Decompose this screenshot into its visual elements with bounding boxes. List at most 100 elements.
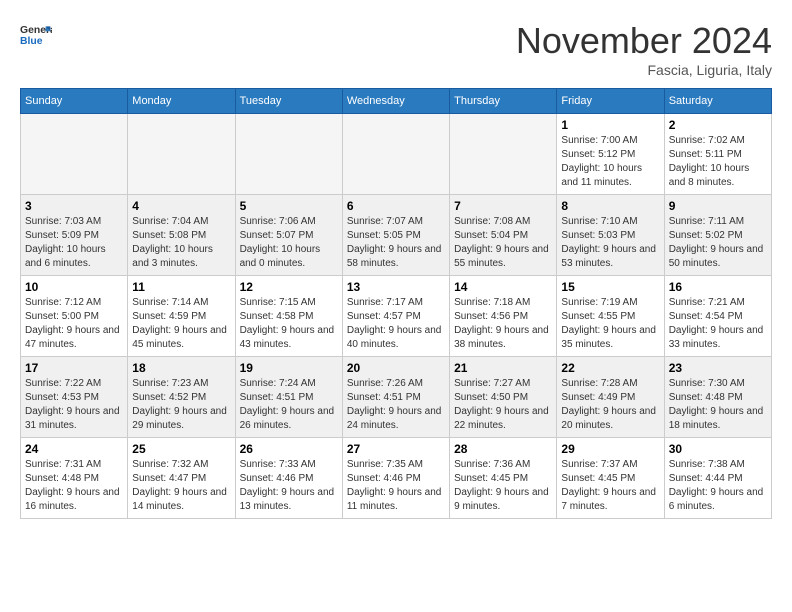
svg-text:Blue: Blue bbox=[20, 36, 43, 47]
calendar-cell: 9 Sunrise: 7:11 AMSunset: 5:02 PMDaylight… bbox=[664, 195, 771, 276]
day-info: Sunrise: 7:37 AMSunset: 4:45 PMDaylight:… bbox=[561, 458, 659, 514]
calendar: SundayMondayTuesdayWednesdayThursdayFrid… bbox=[20, 88, 772, 519]
day-number: 3 bbox=[25, 199, 123, 213]
calendar-cell: 25 Sunrise: 7:32 AMSunset: 4:47 PMDayligh… bbox=[128, 438, 235, 519]
day-number: 16 bbox=[669, 280, 767, 294]
day-info: Sunrise: 7:36 AMSunset: 4:45 PMDaylight:… bbox=[454, 458, 552, 514]
day-info: Sunrise: 7:19 AMSunset: 4:55 PMDaylight:… bbox=[561, 296, 659, 352]
calendar-cell: 18 Sunrise: 7:23 AMSunset: 4:52 PMDayligh… bbox=[128, 357, 235, 438]
day-number: 19 bbox=[240, 361, 338, 375]
day-info: Sunrise: 7:11 AMSunset: 5:02 PMDaylight:… bbox=[669, 215, 767, 271]
calendar-cell: 19 Sunrise: 7:24 AMSunset: 4:51 PMDayligh… bbox=[235, 357, 342, 438]
logo: General Blue bbox=[20, 20, 52, 52]
day-number: 26 bbox=[240, 442, 338, 456]
calendar-cell bbox=[21, 114, 128, 195]
day-info: Sunrise: 7:35 AMSunset: 4:46 PMDaylight:… bbox=[347, 458, 445, 514]
day-number: 4 bbox=[132, 199, 230, 213]
day-info: Sunrise: 7:17 AMSunset: 4:57 PMDaylight:… bbox=[347, 296, 445, 352]
day-number: 13 bbox=[347, 280, 445, 294]
calendar-cell: 15 Sunrise: 7:19 AMSunset: 4:55 PMDayligh… bbox=[557, 276, 664, 357]
day-info: Sunrise: 7:21 AMSunset: 4:54 PMDaylight:… bbox=[669, 296, 767, 352]
page-header: General Blue November 2024 Fascia, Ligur… bbox=[20, 20, 772, 78]
calendar-header-row: SundayMondayTuesdayWednesdayThursdayFrid… bbox=[21, 89, 772, 114]
day-number: 30 bbox=[669, 442, 767, 456]
calendar-cell: 8 Sunrise: 7:10 AMSunset: 5:03 PMDaylight… bbox=[557, 195, 664, 276]
day-info: Sunrise: 7:38 AMSunset: 4:44 PMDaylight:… bbox=[669, 458, 767, 514]
day-info: Sunrise: 7:28 AMSunset: 4:49 PMDaylight:… bbox=[561, 377, 659, 433]
calendar-cell: 16 Sunrise: 7:21 AMSunset: 4:54 PMDayligh… bbox=[664, 276, 771, 357]
day-info: Sunrise: 7:18 AMSunset: 4:56 PMDaylight:… bbox=[454, 296, 552, 352]
day-info: Sunrise: 7:15 AMSunset: 4:58 PMDaylight:… bbox=[240, 296, 338, 352]
calendar-cell: 29 Sunrise: 7:37 AMSunset: 4:45 PMDayligh… bbox=[557, 438, 664, 519]
calendar-cell: 4 Sunrise: 7:04 AMSunset: 5:08 PMDaylight… bbox=[128, 195, 235, 276]
calendar-cell bbox=[450, 114, 557, 195]
day-info: Sunrise: 7:10 AMSunset: 5:03 PMDaylight:… bbox=[561, 215, 659, 271]
day-info: Sunrise: 7:06 AMSunset: 5:07 PMDaylight:… bbox=[240, 215, 338, 271]
day-info: Sunrise: 7:31 AMSunset: 4:48 PMDaylight:… bbox=[25, 458, 123, 514]
day-number: 8 bbox=[561, 199, 659, 213]
calendar-week-row: 1 Sunrise: 7:00 AMSunset: 5:12 PMDaylight… bbox=[21, 114, 772, 195]
day-info: Sunrise: 7:32 AMSunset: 4:47 PMDaylight:… bbox=[132, 458, 230, 514]
day-number: 27 bbox=[347, 442, 445, 456]
day-number: 1 bbox=[561, 118, 659, 132]
calendar-cell: 28Sunrise: 7:36 AMSunset: 4:45 PMDayligh… bbox=[450, 438, 557, 519]
calendar-cell bbox=[235, 114, 342, 195]
weekday-header: Friday bbox=[557, 89, 664, 114]
calendar-cell: 6 Sunrise: 7:07 AMSunset: 5:05 PMDaylight… bbox=[342, 195, 449, 276]
month-title: November 2024 bbox=[516, 20, 772, 62]
day-info: Sunrise: 7:14 AMSunset: 4:59 PMDaylight:… bbox=[132, 296, 230, 352]
weekday-header: Sunday bbox=[21, 89, 128, 114]
calendar-cell: 30 Sunrise: 7:38 AMSunset: 4:44 PMDayligh… bbox=[664, 438, 771, 519]
calendar-cell: 27 Sunrise: 7:35 AMSunset: 4:46 PMDayligh… bbox=[342, 438, 449, 519]
day-info: Sunrise: 7:07 AMSunset: 5:05 PMDaylight:… bbox=[347, 215, 445, 271]
weekday-header: Tuesday bbox=[235, 89, 342, 114]
calendar-week-row: 3 Sunrise: 7:03 AMSunset: 5:09 PMDaylight… bbox=[21, 195, 772, 276]
day-info: Sunrise: 7:27 AMSunset: 4:50 PMDaylight:… bbox=[454, 377, 552, 433]
day-number: 22 bbox=[561, 361, 659, 375]
day-number: 9 bbox=[669, 199, 767, 213]
location: Fascia, Liguria, Italy bbox=[516, 62, 772, 78]
day-info: Sunrise: 7:30 AMSunset: 4:48 PMDaylight:… bbox=[669, 377, 767, 433]
calendar-cell bbox=[128, 114, 235, 195]
day-info: Sunrise: 7:33 AMSunset: 4:46 PMDaylight:… bbox=[240, 458, 338, 514]
day-info: Sunrise: 7:03 AMSunset: 5:09 PMDaylight:… bbox=[25, 215, 123, 271]
weekday-header: Wednesday bbox=[342, 89, 449, 114]
day-number: 25 bbox=[132, 442, 230, 456]
day-number: 29 bbox=[561, 442, 659, 456]
calendar-cell: 20Sunrise: 7:26 AMSunset: 4:51 PMDayligh… bbox=[342, 357, 449, 438]
day-info: Sunrise: 7:00 AMSunset: 5:12 PMDaylight:… bbox=[561, 134, 659, 190]
day-info: Sunrise: 7:04 AMSunset: 5:08 PMDaylight:… bbox=[132, 215, 230, 271]
calendar-cell: 17Sunrise: 7:22 AMSunset: 4:53 PMDayligh… bbox=[21, 357, 128, 438]
day-number: 5 bbox=[240, 199, 338, 213]
calendar-week-row: 10Sunrise: 7:12 AMSunset: 5:00 PMDayligh… bbox=[21, 276, 772, 357]
day-number: 2 bbox=[669, 118, 767, 132]
calendar-cell bbox=[342, 114, 449, 195]
calendar-cell: 1 Sunrise: 7:00 AMSunset: 5:12 PMDaylight… bbox=[557, 114, 664, 195]
calendar-cell: 23Sunrise: 7:30 AMSunset: 4:48 PMDayligh… bbox=[664, 357, 771, 438]
day-info: Sunrise: 7:08 AMSunset: 5:04 PMDaylight:… bbox=[454, 215, 552, 271]
calendar-cell: 21Sunrise: 7:27 AMSunset: 4:50 PMDayligh… bbox=[450, 357, 557, 438]
day-info: Sunrise: 7:23 AMSunset: 4:52 PMDaylight:… bbox=[132, 377, 230, 433]
calendar-cell: 11 Sunrise: 7:14 AMSunset: 4:59 PMDayligh… bbox=[128, 276, 235, 357]
calendar-week-row: 17Sunrise: 7:22 AMSunset: 4:53 PMDayligh… bbox=[21, 357, 772, 438]
day-number: 18 bbox=[132, 361, 230, 375]
calendar-cell: 7Sunrise: 7:08 AMSunset: 5:04 PMDaylight… bbox=[450, 195, 557, 276]
weekday-header: Monday bbox=[128, 89, 235, 114]
day-info: Sunrise: 7:02 AMSunset: 5:11 PMDaylight:… bbox=[669, 134, 767, 190]
day-number: 24 bbox=[25, 442, 123, 456]
calendar-cell: 3 Sunrise: 7:03 AMSunset: 5:09 PMDaylight… bbox=[21, 195, 128, 276]
calendar-week-row: 24 Sunrise: 7:31 AMSunset: 4:48 PMDayligh… bbox=[21, 438, 772, 519]
day-number: 6 bbox=[347, 199, 445, 213]
calendar-cell: 12 Sunrise: 7:15 AMSunset: 4:58 PMDayligh… bbox=[235, 276, 342, 357]
weekday-header: Thursday bbox=[450, 89, 557, 114]
day-number: 12 bbox=[240, 280, 338, 294]
day-number: 11 bbox=[132, 280, 230, 294]
day-number: 17 bbox=[25, 361, 123, 375]
calendar-cell: 26 Sunrise: 7:33 AMSunset: 4:46 PMDayligh… bbox=[235, 438, 342, 519]
calendar-cell: 22 Sunrise: 7:28 AMSunset: 4:49 PMDayligh… bbox=[557, 357, 664, 438]
calendar-cell: 14 Sunrise: 7:18 AMSunset: 4:56 PMDayligh… bbox=[450, 276, 557, 357]
day-number: 15 bbox=[561, 280, 659, 294]
day-number: 14 bbox=[454, 280, 552, 294]
day-info: Sunrise: 7:24 AMSunset: 4:51 PMDaylight:… bbox=[240, 377, 338, 433]
title-section: November 2024 Fascia, Liguria, Italy bbox=[516, 20, 772, 78]
